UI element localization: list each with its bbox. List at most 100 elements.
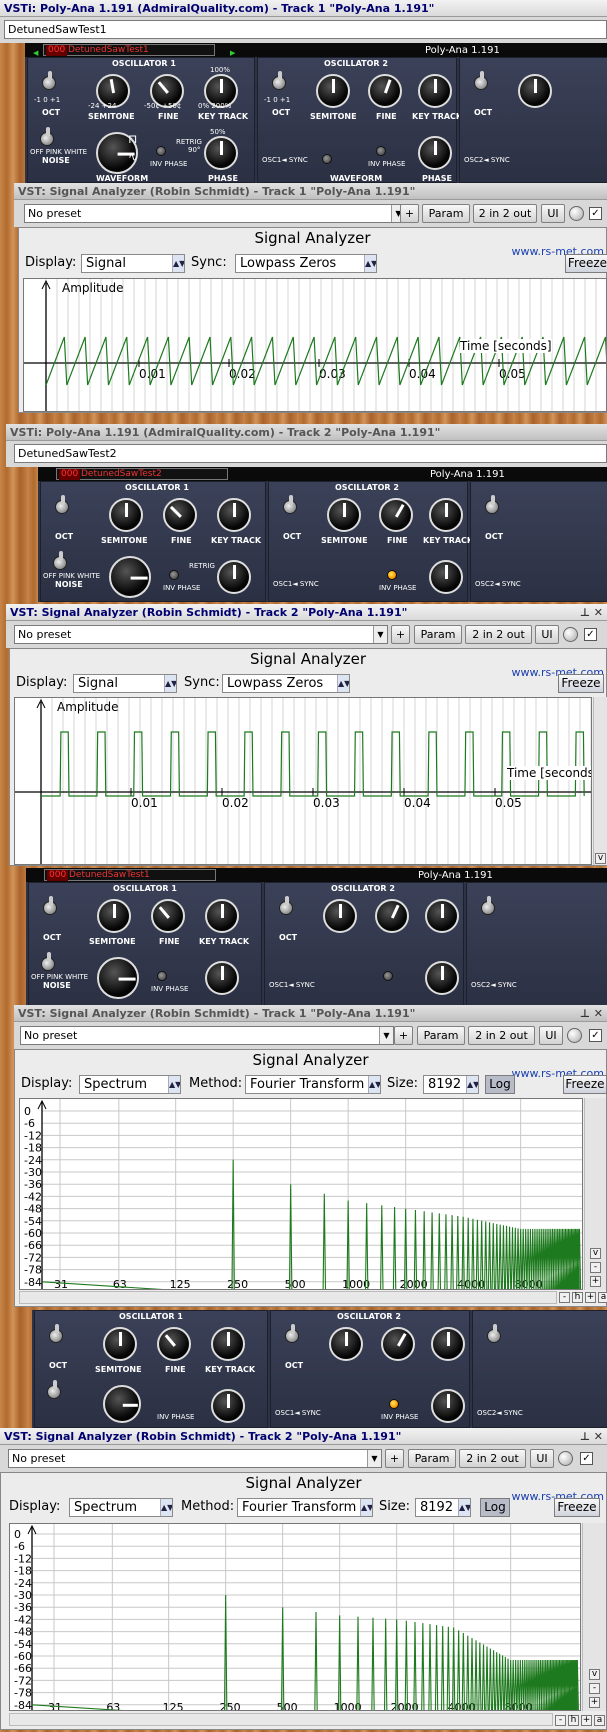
bypass-checkbox[interactable]: ✓ [589,1029,602,1042]
size-select[interactable]: 8192 ▲▼ [415,1498,471,1517]
wet-knob-icon[interactable] [569,206,584,221]
phase-knob[interactable] [425,961,459,995]
inv-phase-led[interactable] [383,971,393,981]
param-button[interactable]: Param [414,625,462,644]
fine-knob[interactable] [375,899,409,933]
waveform-knob[interactable] [103,1385,141,1423]
bypass-checkbox[interactable]: ✓ [580,1452,593,1465]
zoom-in-v-button[interactable]: + [590,1276,601,1287]
horizontal-scrollbar[interactable] [19,1291,557,1304]
fine-knob[interactable] [163,498,197,532]
io-button[interactable]: 2 in 2 out [465,625,532,644]
oct-switch[interactable] [279,896,293,915]
phase-knob[interactable] [431,1389,465,1423]
zoom-all-button[interactable]: a [598,1292,607,1303]
semitone-knob[interactable] [327,498,361,532]
zoom-v-button[interactable]: v [590,1248,601,1259]
oct-switch[interactable] [55,495,69,514]
vertical-scrollbar[interactable]: v - + [584,1098,606,1290]
phase-knob[interactable] [204,136,238,170]
oct-switch[interactable] [42,71,56,90]
io-button[interactable]: 2 in 2 out [473,204,537,223]
noise-switch[interactable] [40,127,54,146]
patch-display[interactable]: 000 DetunedSawTest1 [43,44,215,56]
param-button[interactable]: Param [417,1026,465,1045]
zoom-out-h-button[interactable]: - [559,1292,570,1303]
freeze-button[interactable]: Freeze [554,1498,600,1517]
fine-knob[interactable] [381,1327,415,1361]
oct-switch[interactable] [272,71,286,90]
ui-button[interactable]: UI [535,625,559,644]
inv-phase-led[interactable] [169,570,179,580]
zoom-out-v-button[interactable]: - [589,1683,600,1694]
keytrack-knob[interactable] [425,899,459,933]
analyzer-window-title-1[interactable]: VST: Signal Analyzer (Robin Schmidt) - T… [14,183,607,200]
waveform-knob[interactable] [109,556,151,598]
zoom-v-button[interactable]: v [595,853,606,864]
semitone-knob[interactable] [329,1327,363,1361]
semitone-knob[interactable] [97,899,131,933]
noise-switch[interactable] [53,551,67,570]
keytrack-knob[interactable] [431,1327,465,1361]
freeze-button[interactable]: Freeze [563,1075,607,1094]
fine-knob[interactable] [157,1327,191,1361]
phase-knob[interactable] [418,136,452,170]
display-select[interactable]: Signal ▲▼ [73,674,177,693]
ui-button[interactable]: UI [539,1026,563,1045]
pin-close-icon[interactable]: ⊥ ✕ [580,1428,603,1444]
method-select[interactable]: Fourier Transform ▲▼ [245,1075,381,1094]
waveform-knob[interactable] [97,957,139,999]
vsti-preset-field[interactable]: DetunedSawTest1 [4,20,607,39]
analyzer-window-title-3[interactable]: VST: Signal Analyzer (Robin Schmidt) - T… [14,1005,607,1022]
signal-plot[interactable]: 0.01 0.02 0.03 0.04 0.05 Amplitude Time [sec… [14,697,592,865]
preset-combo[interactable]: No preset ▼ [8,1449,382,1468]
bypass-checkbox[interactable]: ✓ [589,207,602,220]
log-toggle[interactable]: Log [480,1498,510,1517]
vsti-preset-field[interactable]: DetunedSawTest2 [14,444,607,463]
phase-knob[interactable] [211,1389,245,1423]
oct-switch[interactable] [49,1324,63,1343]
fine-knob[interactable] [151,899,185,933]
oct-switch[interactable] [285,1324,299,1343]
oct-switch[interactable] [474,71,488,90]
semitone-knob[interactable] [109,498,143,532]
zoom-h-button[interactable]: h [572,1292,583,1303]
zoom-v-button[interactable]: v [589,1669,600,1680]
vertical-scrollbar[interactable]: v - + [582,1523,606,1711]
add-button[interactable]: + [394,1026,413,1045]
preset-combo[interactable]: No preset ▼ [20,1026,394,1045]
knob[interactable] [518,74,552,108]
inv-phase-led[interactable] [376,146,386,156]
oct-switch[interactable] [43,896,57,915]
zoom-in-v-button[interactable]: + [589,1697,600,1708]
pin-close-icon[interactable]: ⊥ ✕ [580,604,603,620]
oct-switch[interactable] [283,495,297,514]
preset-combo[interactable]: No preset ▼ [14,625,388,644]
wet-knob-icon[interactable] [567,1028,582,1043]
semitone-knob[interactable] [323,899,357,933]
log-toggle[interactable]: Log [485,1075,515,1094]
inv-phase-led[interactable] [387,570,397,580]
display-select[interactable]: Signal ▲▼ [81,254,185,273]
oct-switch[interactable] [481,896,495,915]
oct-switch[interactable] [485,495,499,514]
display-select[interactable]: Spectrum ▲▼ [69,1498,173,1517]
wet-knob-icon[interactable] [558,1451,573,1466]
analyzer-window-title-4[interactable]: VST: Signal Analyzer (Robin Schmidt) - T… [0,1428,607,1445]
keytrack-knob[interactable] [418,74,452,108]
fine-knob[interactable] [368,74,402,108]
inv-phase-led[interactable] [156,146,166,156]
ui-button[interactable]: UI [541,204,565,223]
zoom-in-h-button[interactable]: + [585,1292,596,1303]
io-button[interactable]: 2 in 2 out [459,1449,526,1468]
add-button[interactable]: + [385,1449,404,1468]
spectrum-plot[interactable]: 0 -6 -12 -18 -24 -30 -36 -42 -48 -54 -60 -66 -72 -78-… [19,1098,583,1290]
freeze-button[interactable]: Freeze [558,674,604,693]
zoom-out-h-button[interactable]: - [555,1715,566,1726]
keytrack-knob[interactable] [429,498,463,532]
keytrack-knob[interactable] [205,899,239,933]
vsti-window-title-track1[interactable]: VSTi: Poly-Ana 1.191 (AdmiralQuality.com… [0,0,607,17]
ui-button[interactable]: UI [530,1449,554,1468]
phase-knob[interactable] [217,560,251,594]
wet-knob-icon[interactable] [563,627,578,642]
